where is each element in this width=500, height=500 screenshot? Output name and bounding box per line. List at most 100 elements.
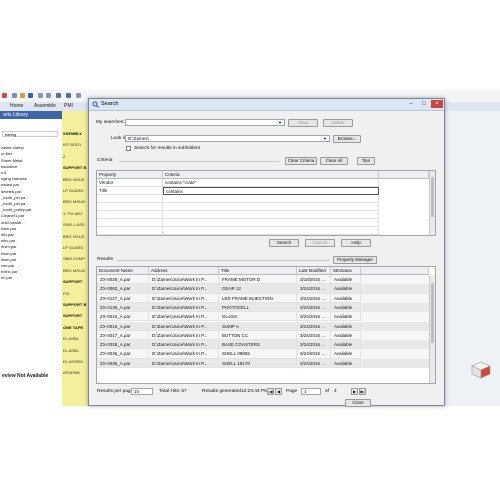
criteria-property-cell[interactable] <box>97 219 163 227</box>
customize-icon[interactable] <box>76 93 81 98</box>
subfolders-checkbox[interactable] <box>126 146 131 151</box>
library-list-item[interactable]: Sheet Metal <box>1 158 59 163</box>
library-list-item[interactable]: elbc.par <box>1 238 59 243</box>
results-column-header[interactable]: Title <box>219 267 297 275</box>
pathfinder-entry[interactable]: BRG HOUS <box>63 234 84 239</box>
library-list-item[interactable]: ur liter <box>1 151 59 156</box>
tips-button[interactable]: Tips <box>357 157 375 165</box>
library-list-item[interactable]: nsulation <box>1 164 59 169</box>
results-column-header[interactable]: SEStatus <box>331 267 361 275</box>
table-row[interactable]: ZX-0135_A.par D:\Zames\Juice\Work In P...… <box>97 302 429 313</box>
results-column-header[interactable]: Address <box>149 267 219 275</box>
criteria-property-cell[interactable] <box>97 203 163 211</box>
pathfinder-entry[interactable]: FIX <box>63 291 69 296</box>
criteria-value-cell[interactable] <box>163 195 379 203</box>
library-list-item[interactable]: deleted.par <box>1 189 59 194</box>
pathfinder-entry[interactable]: BRG HOUS <box>63 177 84 182</box>
library-list-item[interactable]: lvsm.par <box>1 226 59 231</box>
pathfinder-entry[interactable]: KIT BODY <box>63 142 82 147</box>
table-row[interactable]: ZX-0016_A.par D:\Zames\Juice\Work In P...… <box>97 321 429 331</box>
clear-criteria-button[interactable]: Clear Criteria <box>285 157 317 165</box>
table-row[interactable]: ZX-0083_A.par D:\Zames\Juice\Work In P...… <box>97 284 429 294</box>
pathfinder-entry[interactable]: SBM COMP <box>63 256 85 261</box>
pathfinder-entry[interactable]: SUPPORT B <box>63 302 86 307</box>
table-row[interactable]: ZX-0017_A.par D:\Zames\Juice\Work In P...… <box>97 330 429 341</box>
criteria-property-cell[interactable] <box>97 195 163 203</box>
criteria-property-cell[interactable] <box>97 211 163 219</box>
pathfinder-entry[interactable]: SSEMBLY <box>63 131 82 136</box>
criteria-value-cell[interactable] <box>163 203 379 211</box>
minimize-icon[interactable]: – <box>405 100 417 108</box>
criteria-column-header[interactable]: Property <box>97 171 163 179</box>
library-list-item[interactable]: lbsm.par <box>1 257 59 262</box>
look-in-dropdown[interactable]: D:\Zames\ ▼ <box>125 135 330 142</box>
close-icon[interactable]: × <box>431 100 443 108</box>
pathfinder-entry[interactable]: EL ASBL <box>63 336 79 341</box>
library-list-item[interactable]: _tooth_pin.pa... <box>1 195 59 200</box>
criteria-column-header[interactable]: Criteria <box>163 171 379 179</box>
library-list-item[interactable]: s 8 <box>1 170 59 175</box>
library-list-item[interactable]: _tooth_pulley.par <box>1 207 59 212</box>
pathfinder-entry[interactable]: SUPPORT <box>63 279 82 284</box>
property-manager-button[interactable]: Property Manager <box>333 256 377 264</box>
tab-home[interactable]: Home <box>10 103 23 109</box>
new-icon[interactable] <box>12 93 17 98</box>
library-list-item[interactable]: caster clamp <box>1 145 59 150</box>
previous-page-icon[interactable]: ◀ <box>275 388 282 395</box>
maximize-icon[interactable]: □ <box>418 100 430 108</box>
library-list-item[interactable]: eaded.par <box>1 182 59 187</box>
library-list-item[interactable]: orsCrossMi... <box>1 220 59 225</box>
search-button[interactable]: Search <box>269 239 299 247</box>
library-list-item[interactable]: cmr.par <box>1 263 59 268</box>
library-search-input[interactable]: earing <box>2 131 58 137</box>
table-row[interactable]: ZX-0127_A.par D:\Zames\Juice\Work In P...… <box>97 293 429 303</box>
close-button[interactable]: Close <box>345 399 371 407</box>
pathfinder-entry[interactable]: 2 <box>63 154 65 159</box>
help-button[interactable]: Help <box>341 239 371 247</box>
table-row[interactable]: ZX-0016_A.par D:\Zames\Juice\Work In P...… <box>97 312 429 322</box>
undo-icon[interactable] <box>38 93 43 98</box>
first-page-icon[interactable]: |◀ <box>267 388 274 395</box>
last-page-icon[interactable]: ▶| <box>359 388 366 395</box>
criteria-value-cell[interactable] <box>163 219 379 227</box>
print-icon[interactable] <box>56 93 61 98</box>
table-row[interactable]: ZX-0036_A.par D:\Zames\Juice\Work In P...… <box>97 358 429 368</box>
save-icon[interactable] <box>28 93 33 98</box>
save-search-button[interactable]: Save <box>288 119 318 127</box>
criteria-property-cell[interactable] <box>97 227 163 235</box>
browse-button[interactable]: Browse... <box>333 135 361 143</box>
library-list-item[interactable]: _tooth_pin.pa... <box>1 201 59 206</box>
library-list-item[interactable]: dkv.par <box>1 232 59 237</box>
criteria-value-cell[interactable]: contains <box>163 187 379 195</box>
pathfinder-entry[interactable]: LP GUARD <box>63 188 83 193</box>
tab-assemble[interactable]: Assemble <box>34 103 56 109</box>
table-row[interactable]: ZX-0036_A.par D:\Zames\Juice\Work In P...… <box>97 349 429 359</box>
pathfinder-entry[interactable]: SHELL ASS <box>63 222 84 227</box>
pathfinder-entry[interactable]: EL ASSEM <box>63 359 83 364</box>
criteria-property-cell[interactable]: Vendor <box>97 179 163 187</box>
pathfinder-entry[interactable]: SUPPORT B <box>63 165 86 170</box>
pathfinder-entry[interactable]: BRG MOUN <box>63 268 85 273</box>
criteria-value-cell[interactable] <box>163 227 379 235</box>
redo-icon[interactable] <box>46 93 51 98</box>
cancel-button[interactable]: Cancel <box>305 239 335 247</box>
pathfinder-entry[interactable]: ASSEMB <box>63 370 80 375</box>
library-list-item[interactable]: elsm.par <box>1 251 59 256</box>
table-row[interactable]: ZX-0028_A.par D:\Zames\Juice\Work In P...… <box>97 340 429 350</box>
pathfinder-entry[interactable]: EL ASBL <box>63 348 79 353</box>
library-list-item[interactable]: nging Harness <box>1 176 59 181</box>
page-number-input[interactable]: 1 <box>301 388 321 395</box>
library-list-item[interactable]: ectric.par <box>1 269 59 274</box>
library-list-item[interactable]: nn.par <box>1 275 59 280</box>
results-per-page-input[interactable]: 15 <box>131 388 153 395</box>
clear-all-button[interactable]: Clear All <box>320 157 348 165</box>
table-row[interactable]: ZX-0030_A.par D:\Zames\Juice\Work In P...… <box>97 275 429 285</box>
delete-search-button[interactable]: Delete <box>323 119 353 127</box>
next-page-icon[interactable]: ▶ <box>351 388 358 395</box>
dialog-titlebar[interactable]: Search – □ × <box>89 99 444 111</box>
pathfinder-entry[interactable]: BRG MOUN <box>63 199 85 204</box>
results-column-header[interactable]: Last Modified <box>297 267 331 275</box>
criteria-scrollbar[interactable] <box>429 171 435 235</box>
library-list-item[interactable]: Cleaner1.par <box>1 213 59 218</box>
pathfinder-entry[interactable]: 1: FIX ADJ <box>63 211 82 216</box>
